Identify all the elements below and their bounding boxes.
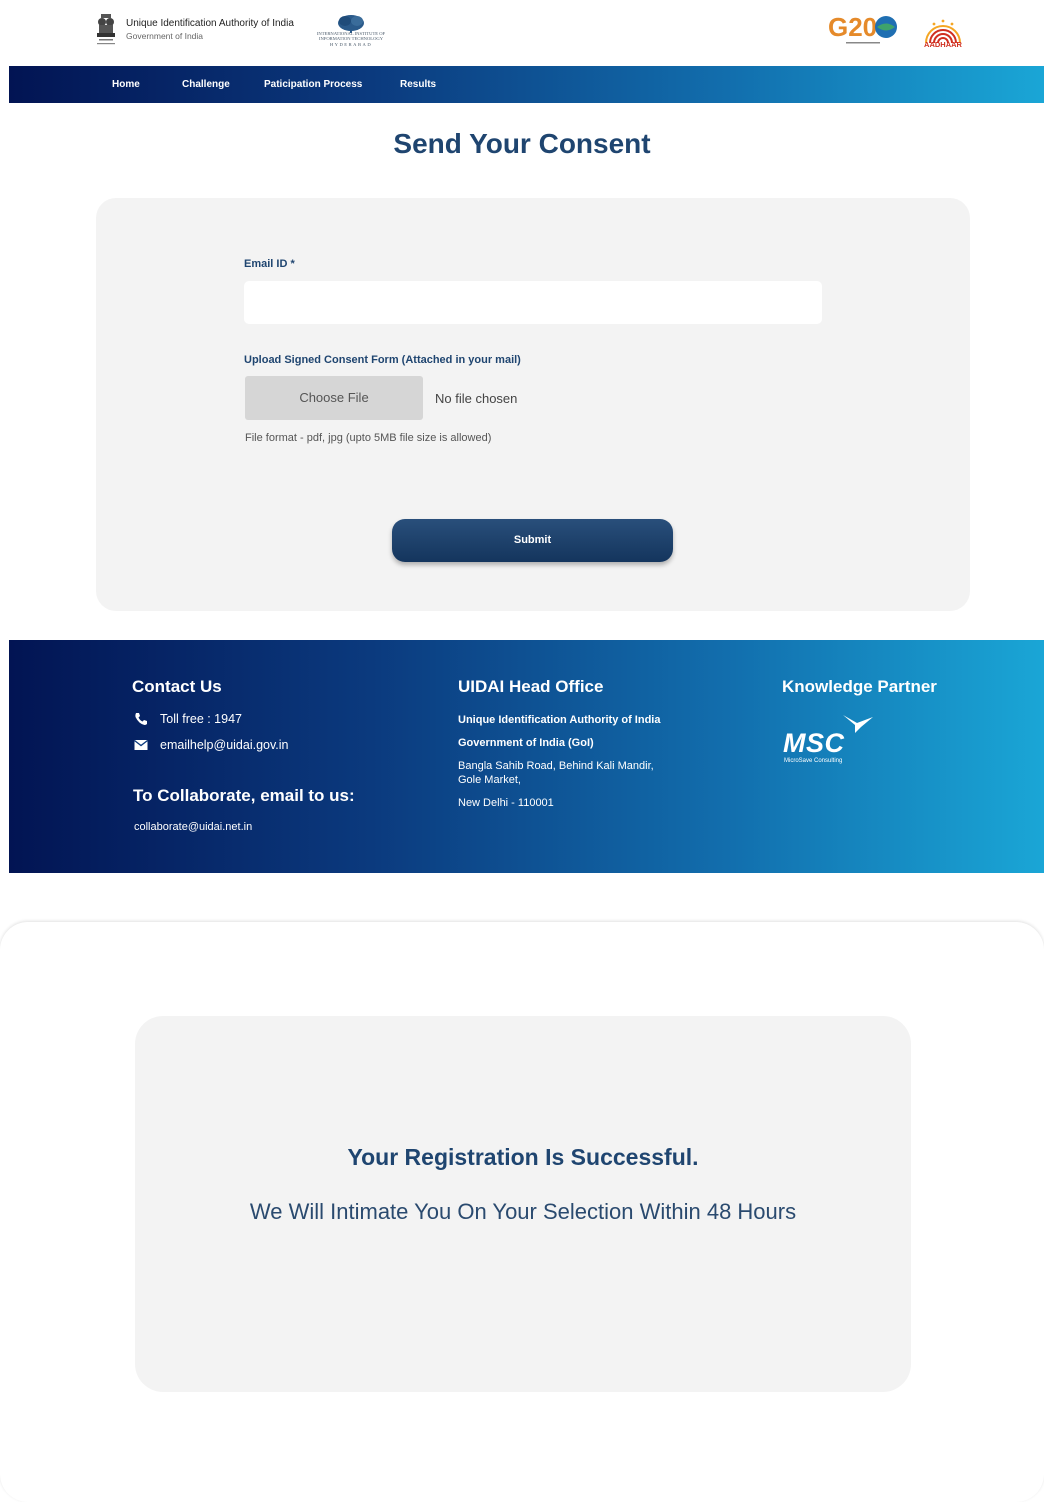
iiit-city: HYDERABAD: [329, 42, 373, 47]
aadhaar-text: AADHAAR: [924, 40, 962, 49]
email-label: Email ID *: [244, 258, 295, 270]
nav-challenge[interactable]: Challenge: [182, 66, 230, 103]
collaborate-heading: To Collaborate, email to us:: [133, 786, 355, 805]
success-card: Your Registration Is Successful. We Will…: [135, 1016, 911, 1392]
national-emblem-icon: [97, 14, 115, 45]
g20-text: G20: [828, 12, 877, 42]
iiit-text: INTERNATIONAL INSTITUTE OF INFORMATION T…: [312, 31, 390, 47]
nav-home[interactable]: Home: [112, 66, 140, 103]
office-line-3: Bangla Sahib Road, Behind Kali Mandir,: [458, 760, 654, 772]
office-line-4: Gole Market,: [458, 774, 521, 786]
success-title: Your Registration Is Successful.: [347, 1144, 699, 1170]
partner-heading: Knowledge Partner: [782, 677, 937, 696]
office-line-2: Government of India (GoI): [458, 737, 594, 749]
site-header: Unique Identification Authority of India…: [0, 0, 1044, 66]
office-heading: UIDAI Head Office: [458, 677, 604, 696]
site-footer: Contact Us Toll free : 1947 emailhelp@ui…: [9, 640, 1044, 873]
org-title: Unique Identification Authority of India: [126, 18, 294, 29]
msc-logo-text: MSC: [783, 728, 845, 758]
msc-bird-icon: [843, 715, 873, 733]
upload-label: Upload Signed Consent Form (Attached in …: [244, 354, 521, 366]
file-format-hint: File format - pdf, jpg (upto 5MB file si…: [245, 432, 492, 444]
nav-participation-process[interactable]: Paticipation Process: [264, 66, 362, 103]
success-message: We Will Intimate You On Your Selection W…: [249, 1199, 797, 1224]
g20-logo: G20: [828, 12, 897, 44]
msc-logo-sub: MicroSave Consulting: [784, 758, 843, 764]
toll-free-text: Toll free : 1947: [160, 712, 242, 726]
office-line-1: Unique Identification Authority of India: [458, 714, 661, 726]
mail-icon: [134, 739, 148, 750]
phone-icon: [135, 713, 147, 725]
org-subtitle: Government of India: [126, 31, 204, 41]
main-navbar: Home Challenge Paticipation Process Resu…: [9, 66, 1044, 103]
contact-heading: Contact Us: [132, 677, 222, 696]
nav-results[interactable]: Results: [400, 66, 436, 103]
submit-button[interactable]: Submit: [392, 519, 673, 562]
page-title: Send Your Consent: [393, 128, 651, 159]
footer-email[interactable]: emailhelp@uidai.gov.in: [160, 738, 289, 752]
collaborate-email[interactable]: collaborate@uidai.net.in: [134, 821, 252, 834]
email-input[interactable]: [244, 281, 822, 324]
choose-file-button[interactable]: Choose File: [245, 376, 423, 420]
office-line-5: New Delhi - 110001: [458, 797, 554, 809]
iiit-name: INTERNATIONAL INSTITUTE OF INFORMATION T…: [316, 31, 386, 41]
no-file-text: No file chosen: [435, 391, 518, 406]
success-modal: Your Registration Is Successful. We Will…: [0, 922, 1044, 1502]
